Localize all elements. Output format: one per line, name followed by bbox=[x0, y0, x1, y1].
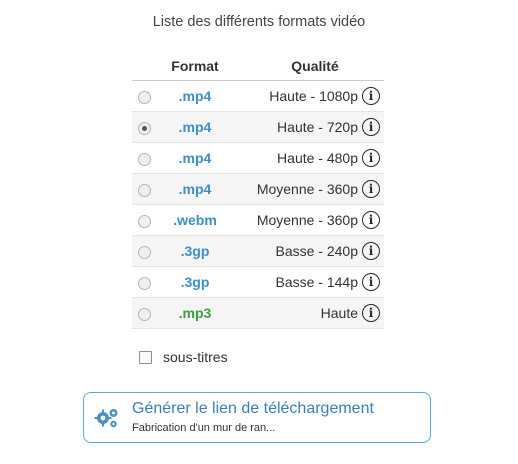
format-cell: .mp4 bbox=[156, 173, 234, 205]
format-cell: .mp4 bbox=[156, 143, 234, 174]
generate-link-title: Générer le lien de téléchargement bbox=[132, 400, 374, 417]
subtitles-label: sous-titres bbox=[163, 349, 228, 365]
quality-label: Basse - 240p bbox=[234, 235, 358, 267]
info-icon[interactable]: i bbox=[362, 273, 380, 292]
info-icon[interactable]: i bbox=[362, 87, 380, 106]
quality-label: Moyenne - 360p bbox=[256, 212, 358, 228]
info-icon[interactable]: i bbox=[362, 149, 380, 168]
format-cell: .mp4 bbox=[156, 81, 234, 112]
format-label: .mp4 bbox=[178, 181, 212, 197]
info-cell: i bbox=[358, 143, 384, 174]
generate-link-status: Fabrication d'un mur de ran... bbox=[132, 422, 276, 434]
gears-icon bbox=[94, 409, 118, 428]
quality-label: Haute - 1080p bbox=[269, 88, 358, 104]
format-radio-cell bbox=[132, 205, 156, 236]
format-label: .mp4 bbox=[178, 119, 212, 135]
info-icon[interactable]: i bbox=[362, 118, 380, 137]
info-cell: i bbox=[358, 297, 384, 329]
subtitles-checkbox[interactable] bbox=[139, 350, 152, 364]
info-cell: i bbox=[358, 267, 384, 298]
format-radio[interactable] bbox=[138, 121, 151, 135]
format-radio[interactable] bbox=[138, 276, 151, 290]
format-label: .mp3 bbox=[178, 305, 212, 321]
formats-table: Format Qualité .mp4 Haute - 1080p i .mp4 Hau… bbox=[132, 52, 384, 329]
quality-label: Haute - 720p bbox=[234, 111, 358, 143]
quality-label: Basse - 144p bbox=[275, 274, 359, 290]
format-cell: .mp4 bbox=[156, 111, 234, 143]
list-caption: Liste des différents formats vidéo bbox=[152, 14, 366, 30]
header-format: Format bbox=[156, 52, 234, 81]
info-cell: i bbox=[358, 205, 384, 236]
table-header-row: Format Qualité bbox=[132, 52, 384, 81]
format-row[interactable]: .3gp Basse - 240p i bbox=[132, 235, 384, 267]
format-radio-cell bbox=[132, 81, 156, 112]
format-label: .mp4 bbox=[178, 88, 212, 104]
format-radio[interactable] bbox=[138, 152, 151, 166]
format-row[interactable]: .mp4 Haute - 1080p i bbox=[132, 81, 384, 112]
format-cell: .3gp bbox=[156, 267, 234, 298]
info-cell: i bbox=[358, 111, 384, 143]
quality-label: Moyenne - 360p bbox=[234, 173, 358, 205]
format-radio-cell bbox=[132, 267, 156, 298]
format-radio-cell bbox=[132, 143, 156, 174]
format-cell: .mp3 bbox=[156, 297, 234, 329]
format-radio[interactable] bbox=[138, 307, 151, 321]
format-radio-cell bbox=[132, 235, 156, 267]
info-icon[interactable]: i bbox=[362, 304, 380, 323]
info-icon[interactable]: i bbox=[362, 211, 380, 230]
info-icon[interactable]: i bbox=[362, 180, 380, 199]
format-cell: .3gp bbox=[156, 235, 234, 267]
format-label: .mp4 bbox=[178, 150, 212, 166]
header-radio-spacer bbox=[132, 52, 156, 81]
format-radio[interactable] bbox=[138, 183, 151, 197]
format-radio[interactable] bbox=[138, 90, 151, 104]
generate-link-button[interactable]: Générer le lien de téléchargement Fabric… bbox=[83, 392, 431, 443]
info-cell: i bbox=[358, 173, 384, 205]
format-row[interactable]: .mp4 Moyenne - 360p i bbox=[132, 173, 384, 205]
format-cell: .webm bbox=[156, 205, 234, 236]
format-row[interactable]: .mp3 Haute i bbox=[132, 297, 384, 329]
format-row[interactable]: .3gp Basse - 144p i bbox=[132, 267, 384, 298]
quality-label: Haute - 480p bbox=[277, 150, 358, 166]
format-label: .3gp bbox=[180, 274, 210, 290]
header-quality: Qualité bbox=[234, 52, 384, 81]
format-label: .3gp bbox=[180, 243, 210, 259]
format-row[interactable]: .webm Moyenne - 360p i bbox=[132, 205, 384, 236]
format-row[interactable]: .mp4 Haute - 720p i bbox=[132, 111, 384, 143]
format-radio-cell bbox=[132, 111, 156, 143]
format-row[interactable]: .mp4 Haute - 480p i bbox=[132, 143, 384, 174]
subtitles-option[interactable]: sous-titres bbox=[139, 349, 228, 365]
info-cell: i bbox=[358, 81, 384, 112]
format-radio[interactable] bbox=[138, 214, 151, 228]
info-icon[interactable]: i bbox=[362, 242, 380, 261]
quality-label: Haute bbox=[234, 297, 358, 329]
format-radio-cell bbox=[132, 173, 156, 205]
formats-table-body: .mp4 Haute - 1080p i .mp4 Haute - 720p i .mp4 H… bbox=[132, 81, 384, 329]
info-cell: i bbox=[358, 235, 384, 267]
format-label: .webm bbox=[173, 212, 217, 228]
format-radio-cell bbox=[132, 297, 156, 329]
format-radio[interactable] bbox=[138, 245, 151, 259]
